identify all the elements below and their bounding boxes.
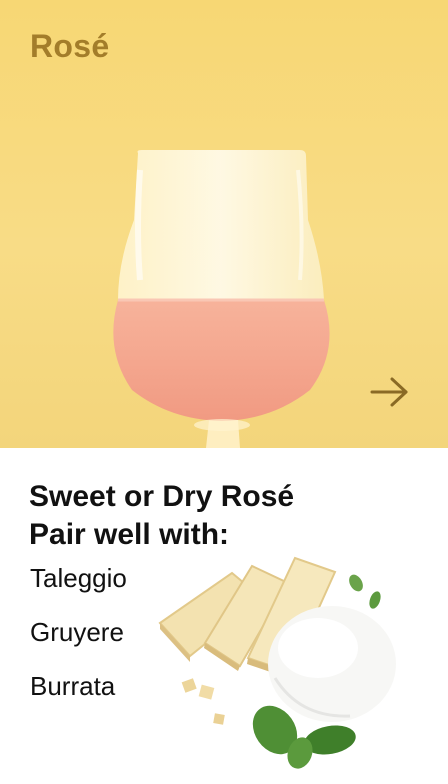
cheese-list: Taleggio Gruyere Burrata <box>30 564 127 726</box>
list-item: Gruyere <box>30 617 124 647</box>
pairing-section: Sweet or Dry Rosé Pair well with: Talegg… <box>0 448 448 784</box>
arrow-right-icon[interactable] <box>368 374 412 410</box>
hero-banner: Rosé <box>0 0 448 448</box>
list-item: Taleggio <box>30 563 127 593</box>
list-item: Burrata <box>30 671 116 701</box>
